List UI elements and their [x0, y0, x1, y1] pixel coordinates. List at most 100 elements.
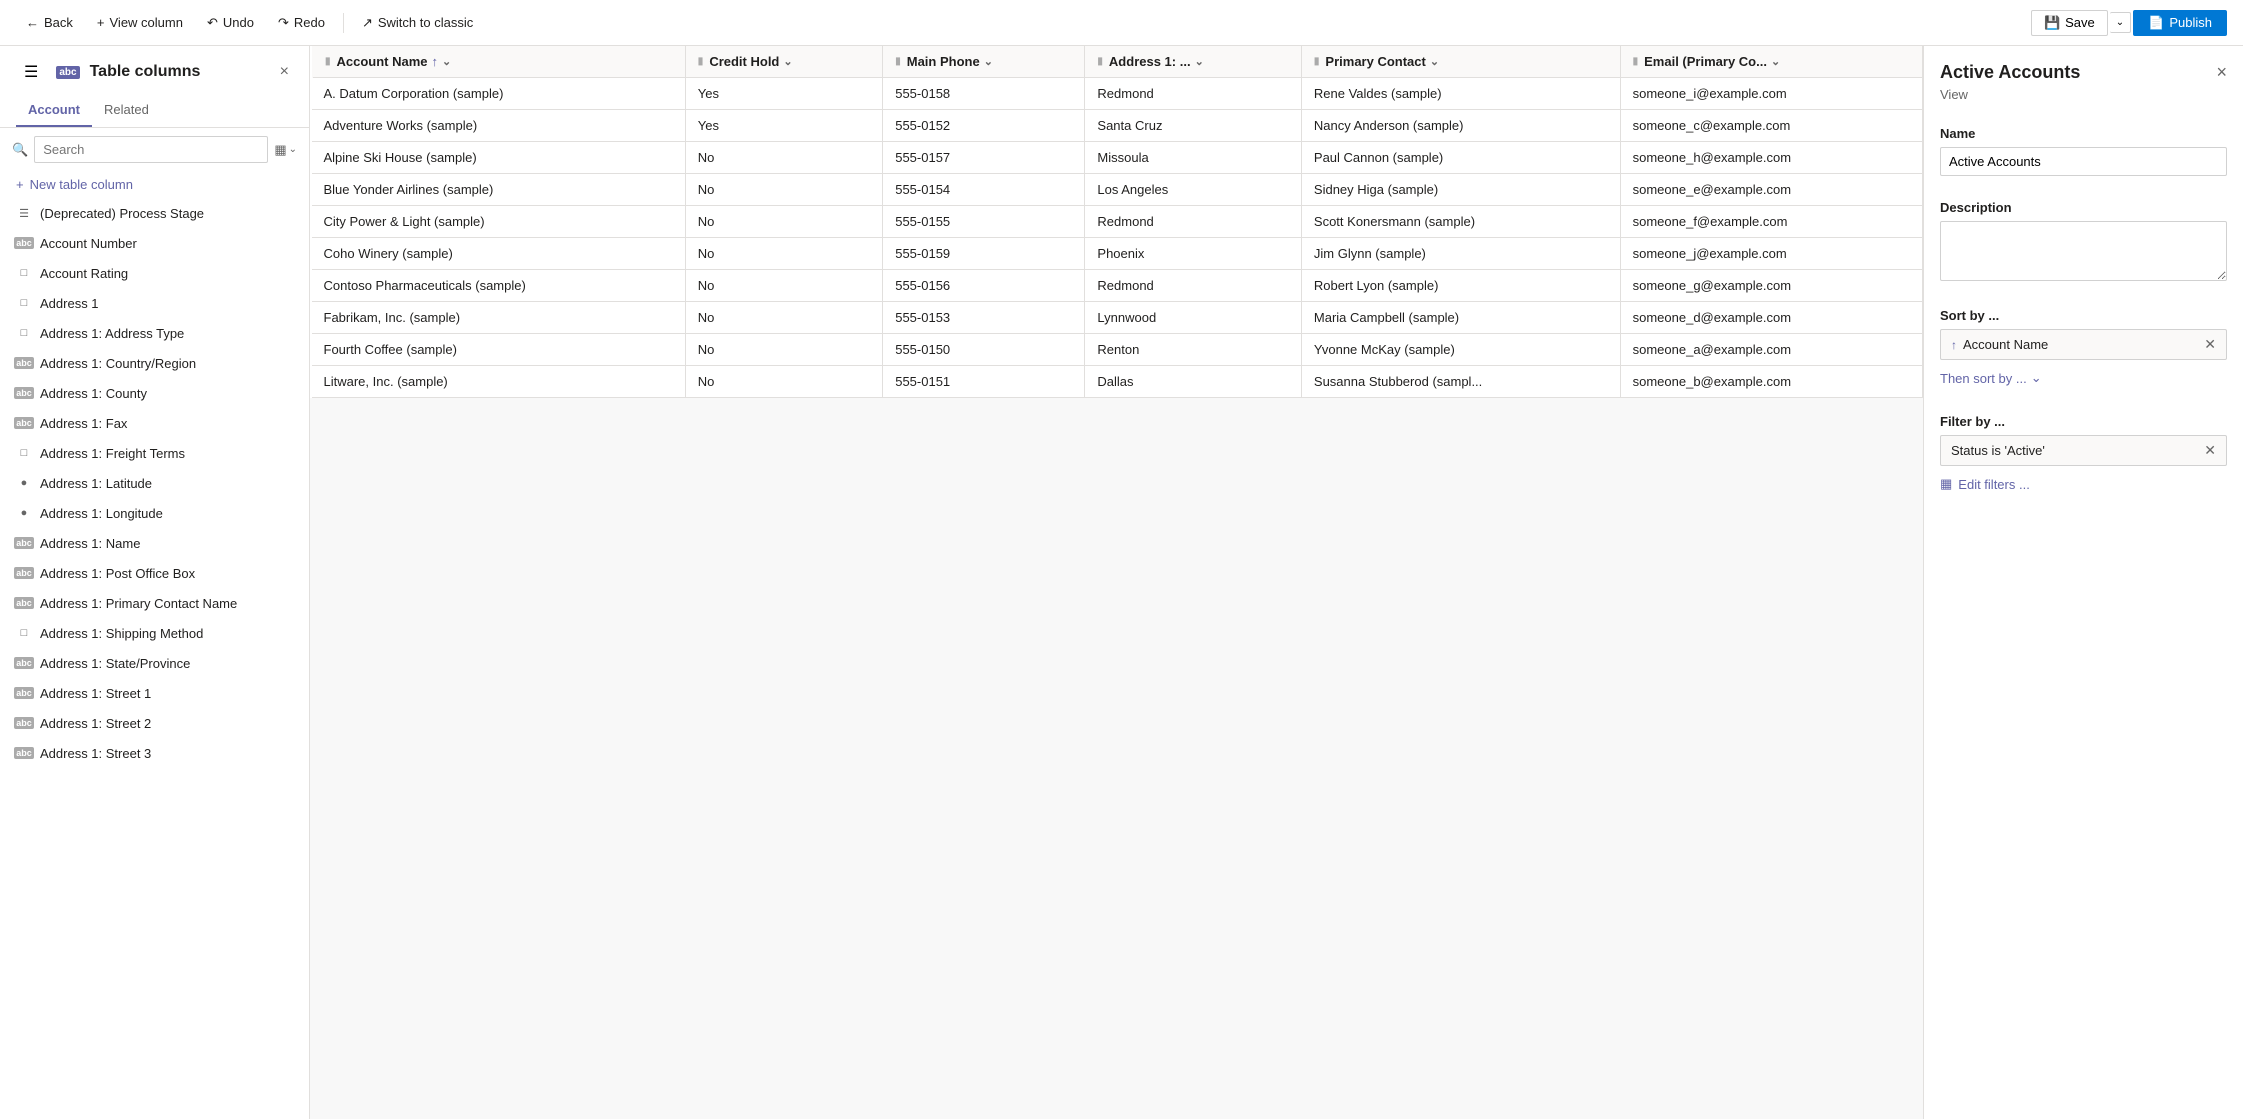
table-cell-credit-hold: Yes [685, 78, 882, 110]
sidebar-item-label: Address 1: Name [40, 536, 140, 551]
sidebar-close-button[interactable]: × [276, 59, 293, 85]
right-panel: Active Accounts × View Name Description … [1923, 46, 2243, 1119]
sidebar-item-address-1-country-region[interactable]: abcAddress 1: Country/Region [0, 348, 309, 378]
sidebar-item-address-1-state-province[interactable]: abcAddress 1: State/Province [0, 648, 309, 678]
then-sort-button[interactable]: Then sort by ... ⌄ [1940, 366, 2042, 390]
panel-filter-section: Filter by ... Status is 'Active' ✕ ▦ Edi… [1924, 402, 2243, 508]
sidebar-item-address-1-county[interactable]: abcAddress 1: County [0, 378, 309, 408]
column-header-main-phone[interactable]: ▮Main Phone⌄ [883, 46, 1085, 78]
table-row[interactable]: Coho Winery (sample)No555-0159PhoenixJim… [312, 238, 1923, 270]
column-header-credit-hold[interactable]: ▮Credit Hold⌄ [685, 46, 882, 78]
col-drag-icon: ▮ [895, 56, 901, 67]
col-sort-icon[interactable]: ⌄ [442, 55, 451, 68]
table-cell-primary-contact: Sidney Higa (sample) [1301, 174, 1620, 206]
sidebar-item-deprecated-process-stage[interactable]: ☰(Deprecated) Process Stage [0, 198, 309, 228]
table-cell-main-phone: 555-0158 [883, 78, 1085, 110]
publish-button[interactable]: 📄 Publish [2133, 10, 2227, 36]
col-label: Email (Primary Co... [1644, 54, 1767, 69]
col-sort-icon[interactable]: ⌄ [1195, 55, 1204, 68]
table-row[interactable]: City Power & Light (sample)No555-0155Red… [312, 206, 1923, 238]
table-row[interactable]: Fabrikam, Inc. (sample)No555-0153Lynnwoo… [312, 302, 1923, 334]
save-dropdown-button[interactable]: ⌄ [2110, 12, 2131, 33]
col-sort-icon[interactable]: ⌄ [1430, 55, 1439, 68]
sidebar-item-address-1[interactable]: □Address 1 [0, 288, 309, 318]
table-cell-main-phone: 555-0153 [883, 302, 1085, 334]
table-row[interactable]: Contoso Pharmaceuticals (sample)No555-01… [312, 270, 1923, 302]
sidebar-item-address-1-longitude[interactable]: ●Address 1: Longitude [0, 498, 309, 528]
table-cell-account-name: Litware, Inc. (sample) [312, 366, 686, 398]
name-input[interactable] [1940, 147, 2227, 176]
save-button[interactable]: 💾 Save [2031, 10, 2108, 36]
table-cell-email-primary: someone_a@example.com [1620, 334, 1922, 366]
table-cell-address-1: Redmond [1085, 78, 1302, 110]
sidebar-item-address-1-street-3[interactable]: abcAddress 1: Street 3 [0, 738, 309, 768]
sidebar-item-address-1-shipping-method[interactable]: □Address 1: Shipping Method [0, 618, 309, 648]
view-column-button[interactable]: + View column [87, 11, 193, 34]
sidebar-item-address-1-latitude[interactable]: ●Address 1: Latitude [0, 468, 309, 498]
sidebar-item-address-1-street-2[interactable]: abcAddress 1: Street 2 [0, 708, 309, 738]
table-cell-primary-contact: Nancy Anderson (sample) [1301, 110, 1620, 142]
search-input[interactable] [34, 136, 268, 163]
sidebar-item-address-1-street-1[interactable]: abcAddress 1: Street 1 [0, 678, 309, 708]
sidebar-item-address-1-post-office-box[interactable]: abcAddress 1: Post Office Box [0, 558, 309, 588]
col-sort-icon[interactable]: ⌄ [783, 55, 792, 68]
sidebar-item-account-rating[interactable]: □Account Rating [0, 258, 309, 288]
item-icon-address-1-street-1: abc [16, 685, 32, 701]
item-icon-address-1-post-office-box: abc [16, 565, 32, 581]
tab-account[interactable]: Account [16, 94, 92, 127]
column-header-address-1[interactable]: ▮Address 1: ...⌄ [1085, 46, 1302, 78]
table-cell-main-phone: 555-0157 [883, 142, 1085, 174]
sort-item: ↑ Account Name ✕ [1940, 329, 2227, 360]
switch-label: Switch to classic [378, 15, 473, 30]
table-cell-credit-hold: No [685, 270, 882, 302]
sidebar-item-address-1-address-type[interactable]: □Address 1: Address Type [0, 318, 309, 348]
topbar-right: 💾 Save ⌄ 📄 Publish [2031, 10, 2227, 36]
item-icon-address-1-street-3: abc [16, 745, 32, 761]
item-icon-address-1: □ [16, 295, 32, 311]
table-row[interactable]: Adventure Works (sample)Yes555-0152Santa… [312, 110, 1923, 142]
description-textarea[interactable] [1940, 221, 2227, 281]
col-drag-icon: ▮ [1314, 56, 1320, 67]
table-row[interactable]: Blue Yonder Airlines (sample)No555-0154L… [312, 174, 1923, 206]
sidebar-item-address-1-freight-terms[interactable]: □Address 1: Freight Terms [0, 438, 309, 468]
table-row[interactable]: Litware, Inc. (sample)No555-0151DallasSu… [312, 366, 1923, 398]
col-sort-icon[interactable]: ⌄ [1771, 55, 1780, 68]
view-column-icon: + [97, 15, 105, 30]
hamburger-button[interactable]: ☰ [16, 58, 46, 86]
table-row[interactable]: A. Datum Corporation (sample)Yes555-0158… [312, 78, 1923, 110]
table-row[interactable]: Fourth Coffee (sample)No555-0150RentonYv… [312, 334, 1923, 366]
new-table-column-button[interactable]: + New table column [0, 171, 309, 198]
filter-button[interactable]: ▦ ⌄ [274, 142, 297, 158]
sidebar-item-address-1-primary-contact-name[interactable]: abcAddress 1: Primary Contact Name [0, 588, 309, 618]
sidebar-item-address-1-name[interactable]: abcAddress 1: Name [0, 528, 309, 558]
table-cell-email-primary: someone_j@example.com [1620, 238, 1922, 270]
table-row[interactable]: Alpine Ski House (sample)No555-0157Misso… [312, 142, 1923, 174]
tab-related[interactable]: Related [92, 94, 161, 127]
abc-icon: abc [56, 66, 79, 79]
redo-button[interactable]: ↷ Redo [268, 11, 335, 35]
undo-button[interactable]: ↶ Undo [197, 11, 264, 35]
sidebar-item-label: Address 1: Primary Contact Name [40, 596, 237, 611]
switch-icon: ↗ [362, 15, 373, 31]
col-sort-icon[interactable]: ⌄ [984, 55, 993, 68]
sidebar-title: Table columns [90, 63, 201, 81]
edit-filters-button[interactable]: ▦ Edit filters ... [1940, 472, 2030, 496]
back-button[interactable]: ← Back [16, 11, 83, 34]
sidebar-item-label: Account Number [40, 236, 137, 251]
column-header-email-primary[interactable]: ▮Email (Primary Co...⌄ [1620, 46, 1922, 78]
sort-remove-button[interactable]: ✕ [2204, 336, 2216, 353]
table-header-row: ▮Account Name ↑⌄▮Credit Hold⌄▮Main Phone… [312, 46, 1923, 78]
column-header-account-name[interactable]: ▮Account Name ↑⌄ [312, 46, 686, 78]
right-panel-close-button[interactable]: × [2216, 62, 2227, 83]
column-header-primary-contact[interactable]: ▮Primary Contact⌄ [1301, 46, 1620, 78]
filter-remove-button[interactable]: ✕ [2204, 442, 2216, 459]
sidebar-item-account-number[interactable]: abcAccount Number [0, 228, 309, 258]
table-cell-primary-contact: Paul Cannon (sample) [1301, 142, 1620, 174]
sidebar-item-label: Address 1: Address Type [40, 326, 184, 341]
switch-classic-button[interactable]: ↗ Switch to classic [352, 11, 483, 35]
table-cell-address-1: Lynnwood [1085, 302, 1302, 334]
filter-funnel-icon: ▦ [1940, 476, 1952, 492]
table-cell-primary-contact: Robert Lyon (sample) [1301, 270, 1620, 302]
sidebar-item-address-1-fax[interactable]: abcAddress 1: Fax [0, 408, 309, 438]
sidebar-item-label: Address 1: Longitude [40, 506, 163, 521]
